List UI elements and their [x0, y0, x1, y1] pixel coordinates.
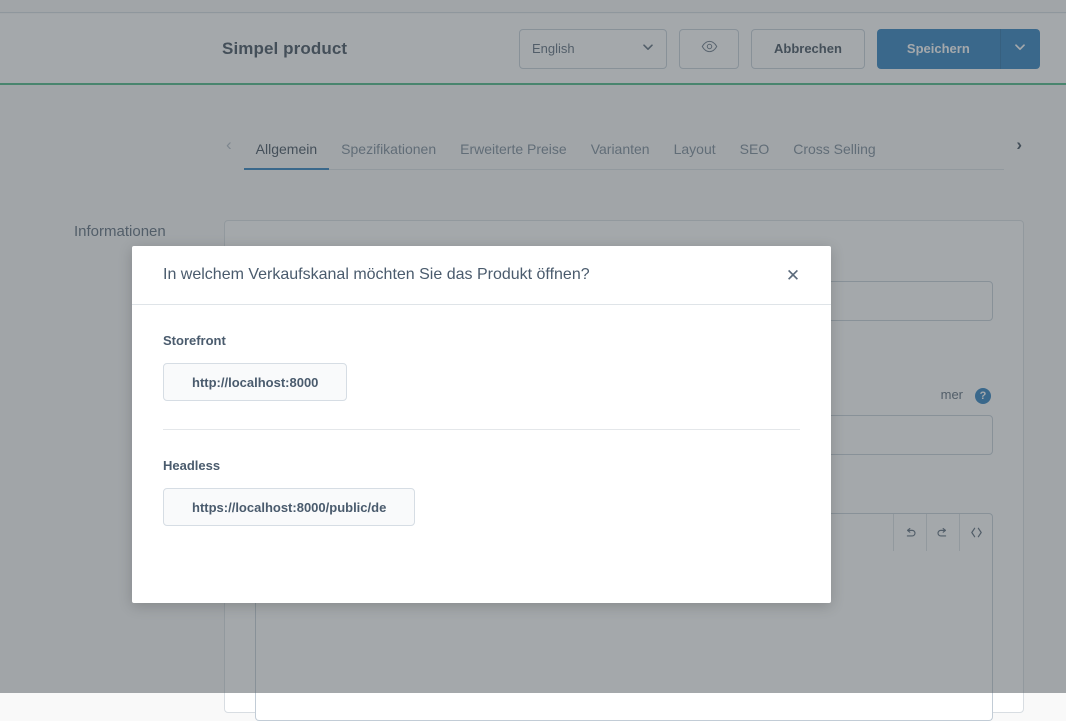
- headless-section: Headless https://localhost:8000/public/d…: [163, 458, 800, 526]
- modal-header: In welchem Verkaufskanal möchten Sie das…: [132, 246, 831, 305]
- headless-url-button[interactable]: https://localhost:8000/public/de: [163, 488, 415, 526]
- modal-body: Storefront http://localhost:8000 Headles…: [132, 305, 831, 603]
- headless-label: Headless: [163, 458, 800, 473]
- storefront-section: Storefront http://localhost:8000: [163, 333, 800, 401]
- application-root: Simpel product English Abbrechen Speic: [0, 0, 1066, 693]
- modal-title: In welchem Verkaufskanal möchten Sie das…: [163, 266, 779, 284]
- close-icon[interactable]: ✕: [779, 261, 807, 289]
- sales-channel-modal: In welchem Verkaufskanal möchten Sie das…: [132, 246, 831, 603]
- modal-section-divider: [163, 429, 800, 430]
- storefront-url-button[interactable]: http://localhost:8000: [163, 363, 347, 401]
- storefront-label: Storefront: [163, 333, 800, 348]
